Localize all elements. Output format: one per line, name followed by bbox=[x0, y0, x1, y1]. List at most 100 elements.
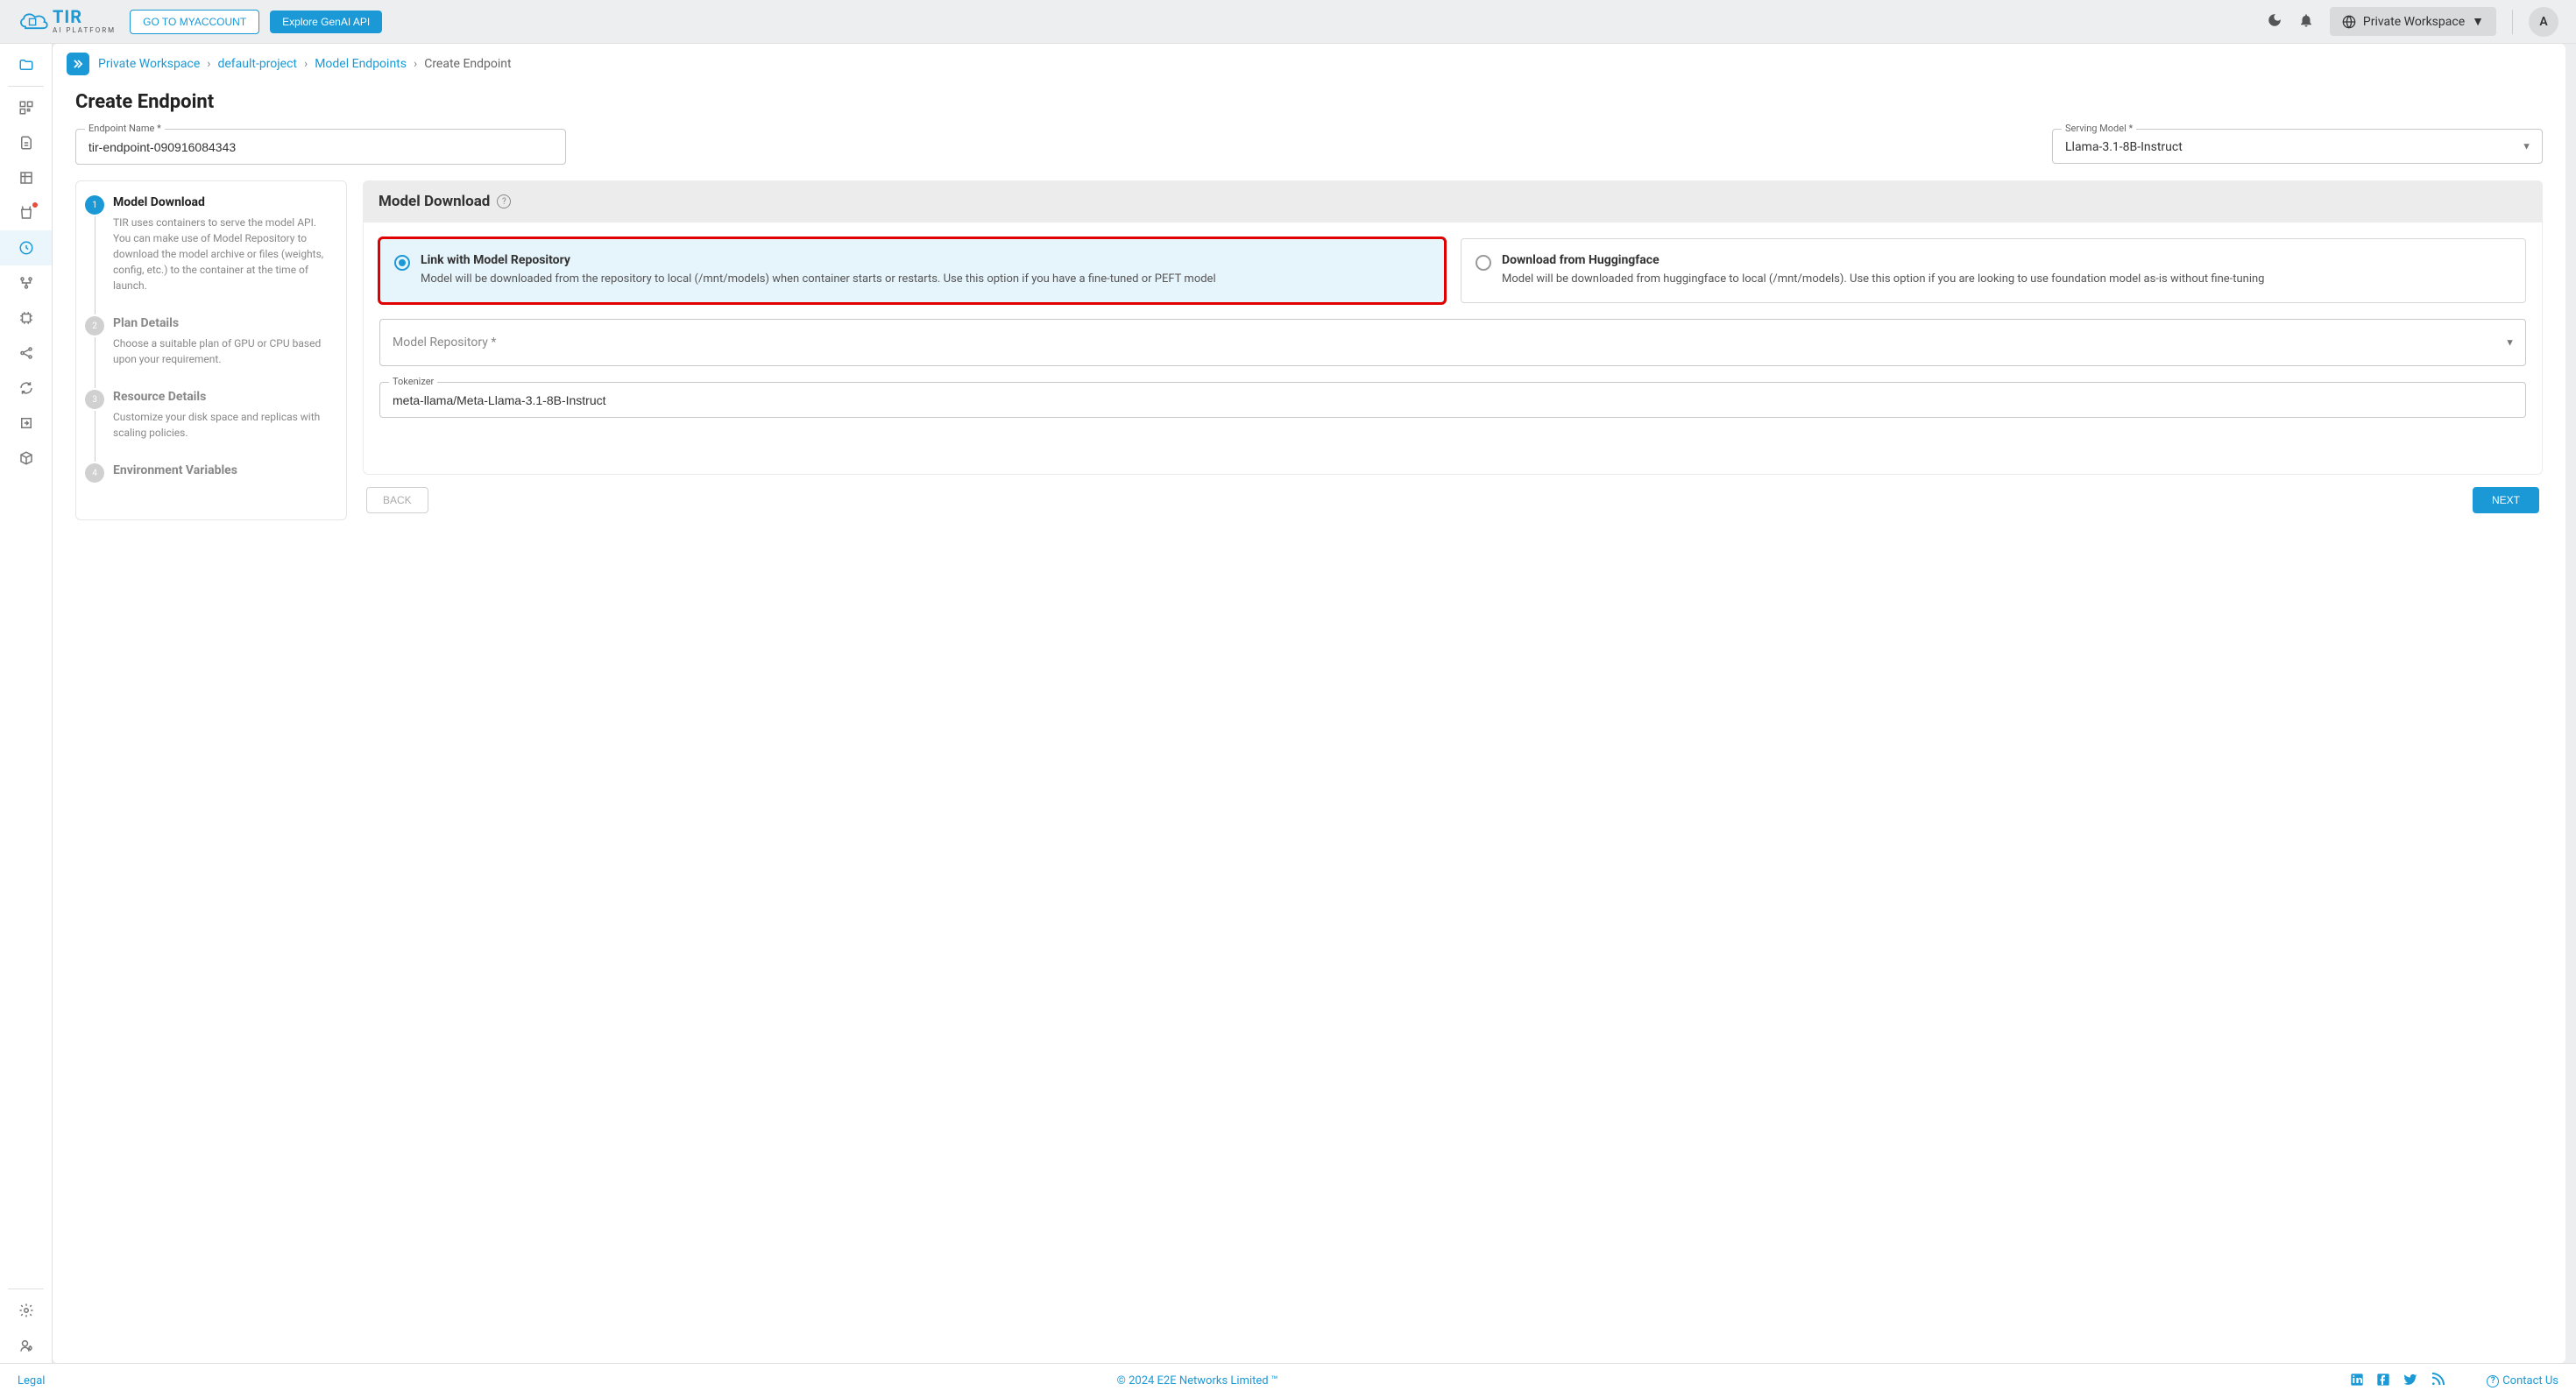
step-resource-details[interactable]: 3 Resource Details Customize your disk s… bbox=[85, 390, 332, 441]
workspace-selector[interactable]: Private Workspace ▼ bbox=[2330, 7, 2496, 36]
copyright: © 2024 E2E Networks Limited ™ bbox=[45, 1374, 2350, 1387]
step-plan-details[interactable]: 2 Plan Details Choose a suitable plan of… bbox=[85, 316, 332, 367]
page-title: Create Endpoint bbox=[53, 79, 2565, 129]
serving-model-label: Serving Model * bbox=[2062, 123, 2136, 134]
sync-icon bbox=[18, 380, 34, 396]
option-huggingface[interactable]: Download from Huggingface Model will be … bbox=[1461, 238, 2526, 303]
panel-title: Model Download bbox=[379, 193, 490, 210]
genai-api-button[interactable]: Explore GenAI API bbox=[270, 11, 382, 33]
top-header: TIR AI PLATFORM GO TO MYACCOUNT Explore … bbox=[0, 0, 2576, 44]
twitter-icon[interactable] bbox=[2403, 1372, 2418, 1391]
logo-text: TIR bbox=[53, 6, 82, 27]
step-2-title: Plan Details bbox=[113, 316, 332, 330]
main-content: Private Workspace › default-project › Mo… bbox=[53, 44, 2565, 1363]
share-icon bbox=[18, 345, 34, 361]
myaccount-button[interactable]: GO TO MYACCOUNT bbox=[130, 10, 259, 34]
next-button[interactable]: NEXT bbox=[2473, 487, 2539, 513]
chevron-down-icon: ▼ bbox=[2472, 14, 2484, 29]
sidebar-item-box[interactable] bbox=[0, 441, 52, 476]
expand-sidebar-button[interactable] bbox=[67, 53, 89, 75]
facebook-icon[interactable] bbox=[2376, 1373, 2390, 1390]
radio-unselected-icon bbox=[1476, 255, 1491, 271]
stepper: 1 Model Download TIR uses containers to … bbox=[75, 180, 347, 520]
table-icon bbox=[18, 170, 34, 186]
panel-header: Model Download ? bbox=[363, 180, 2543, 222]
network-icon bbox=[2342, 15, 2356, 29]
branch-icon bbox=[18, 275, 34, 291]
folder-icon bbox=[18, 57, 34, 73]
panel: Model Download ? Link with Model Reposit… bbox=[363, 180, 2543, 520]
model-repo-label: Model Repository * bbox=[393, 335, 2513, 350]
chevron-down-icon: ▼ bbox=[2505, 336, 2515, 348]
sidebar-item-settings[interactable] bbox=[0, 1293, 52, 1328]
linkedin-icon[interactable] bbox=[2350, 1373, 2364, 1390]
document-icon bbox=[18, 135, 34, 151]
step-1-title: Model Download bbox=[113, 195, 332, 209]
breadcrumb: Private Workspace › default-project › Mo… bbox=[98, 57, 512, 71]
sidebar-item-export[interactable] bbox=[0, 406, 52, 441]
endpoint-name-input[interactable] bbox=[88, 140, 553, 154]
contact-link[interactable]: ? Contact Us bbox=[2487, 1374, 2558, 1387]
shopping-icon bbox=[18, 205, 34, 221]
step-3-desc: Customize your disk space and replicas w… bbox=[113, 409, 332, 441]
notification-dot bbox=[32, 202, 38, 208]
breadcrumb-endpoints[interactable]: Model Endpoints bbox=[315, 57, 407, 71]
cloud-logo-icon bbox=[18, 10, 49, 34]
chevron-down-icon: ▼ bbox=[2522, 141, 2531, 152]
chevron-double-right-icon bbox=[72, 58, 84, 70]
admin-icon bbox=[18, 1338, 34, 1353]
endpoint-name-field[interactable]: Endpoint Name * bbox=[75, 129, 566, 165]
export-icon bbox=[18, 415, 34, 431]
sidebar-item-deploy[interactable] bbox=[0, 230, 52, 265]
header-divider bbox=[2512, 10, 2513, 34]
option-1-title: Link with Model Repository bbox=[421, 253, 1216, 267]
chip-icon bbox=[18, 310, 34, 326]
step-model-download[interactable]: 1 Model Download TIR uses containers to … bbox=[85, 195, 332, 293]
serving-model-value: Llama-3.1-8B-Instruct bbox=[2065, 140, 2530, 154]
sidebar-item-folder[interactable] bbox=[0, 47, 52, 82]
bell-icon[interactable] bbox=[2298, 12, 2314, 32]
deploy-icon bbox=[18, 240, 34, 256]
logo-subtitle: AI PLATFORM bbox=[53, 26, 116, 34]
breadcrumb-workspace[interactable]: Private Workspace bbox=[98, 57, 200, 71]
breadcrumb-current: Create Endpoint bbox=[424, 57, 511, 71]
option-2-desc: Model will be downloaded from huggingfac… bbox=[1502, 271, 2264, 288]
sidebar-item-doc[interactable] bbox=[0, 125, 52, 160]
workspace-name: Private Workspace bbox=[2363, 15, 2465, 29]
tokenizer-input[interactable] bbox=[393, 393, 2513, 407]
question-icon: ? bbox=[2487, 1375, 2499, 1387]
option-model-repository[interactable]: Link with Model Repository Model will be… bbox=[379, 238, 1445, 303]
sidebar-item-dashboard[interactable] bbox=[0, 90, 52, 125]
sidebar-item-shop[interactable] bbox=[0, 195, 52, 230]
grid-icon bbox=[18, 100, 34, 116]
tokenizer-label: Tokenizer bbox=[389, 376, 437, 387]
step-2-desc: Choose a suitable plan of GPU or CPU bas… bbox=[113, 335, 332, 367]
legal-link[interactable]: Legal bbox=[18, 1374, 45, 1387]
dark-mode-icon[interactable] bbox=[2267, 12, 2282, 32]
sidebar-item-sync[interactable] bbox=[0, 371, 52, 406]
avatar[interactable]: A bbox=[2529, 7, 2558, 37]
sidebar-item-table[interactable] bbox=[0, 160, 52, 195]
step-env-vars[interactable]: 4 Environment Variables bbox=[85, 463, 332, 483]
logo[interactable]: TIR AI PLATFORM bbox=[18, 9, 116, 34]
serving-model-field[interactable]: Serving Model * Llama-3.1-8B-Instruct ▼ bbox=[2052, 129, 2543, 164]
help-icon[interactable]: ? bbox=[497, 194, 511, 208]
sidebar bbox=[0, 44, 53, 1363]
step-3-title: Resource Details bbox=[113, 390, 332, 404]
step-4-title: Environment Variables bbox=[113, 463, 332, 477]
model-repository-field[interactable]: Model Repository * ▼ bbox=[379, 319, 2526, 366]
sidebar-item-share[interactable] bbox=[0, 335, 52, 371]
option-2-title: Download from Huggingface bbox=[1502, 253, 2264, 267]
back-button[interactable]: BACK bbox=[366, 487, 428, 513]
rss-icon[interactable] bbox=[2431, 1373, 2445, 1390]
gear-icon bbox=[18, 1303, 34, 1318]
endpoint-name-label: Endpoint Name * bbox=[85, 123, 165, 134]
option-1-desc: Model will be downloaded from the reposi… bbox=[421, 271, 1216, 288]
sidebar-item-chip[interactable] bbox=[0, 300, 52, 335]
sidebar-item-admin[interactable] bbox=[0, 1328, 52, 1363]
tokenizer-field[interactable]: Tokenizer bbox=[379, 382, 2526, 418]
sidebar-item-branch[interactable] bbox=[0, 265, 52, 300]
radio-selected-icon bbox=[394, 255, 410, 271]
step-1-desc: TIR uses containers to serve the model A… bbox=[113, 215, 332, 293]
breadcrumb-project[interactable]: default-project bbox=[217, 57, 297, 71]
